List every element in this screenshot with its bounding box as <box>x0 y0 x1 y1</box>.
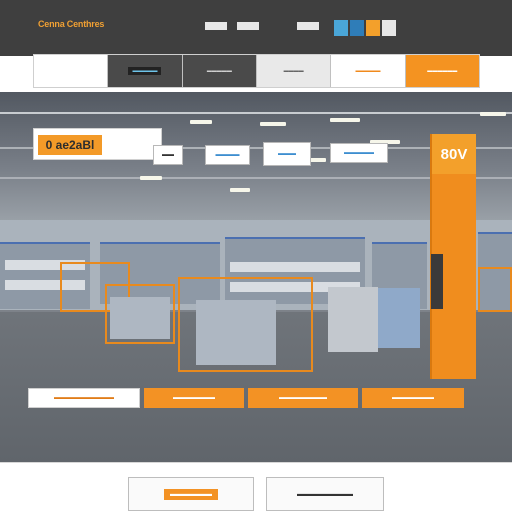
button-label: ▬▬▬▬▬▬▬ <box>173 395 215 401</box>
ceiling-light <box>330 118 360 122</box>
top-link-3[interactable] <box>297 22 319 30</box>
goods-stack <box>328 287 378 352</box>
logo[interactable] <box>334 20 396 36</box>
nav-label: ▬▬▬▬▬▬ <box>427 68 458 74</box>
ceiling-light <box>480 112 506 116</box>
nav-label: ▬▬▬▬▬ <box>128 67 162 75</box>
action-button-3[interactable]: ▬▬▬▬▬▬▬▬ <box>248 388 358 408</box>
ceiling-light <box>260 122 286 126</box>
logo-segment-3 <box>366 20 380 36</box>
pallet-rack <box>478 267 512 312</box>
truss <box>0 112 512 114</box>
nav-label: ▬▬▬▬▬ <box>206 68 232 74</box>
pillar-sign <box>431 254 443 309</box>
ceiling-light <box>190 120 212 124</box>
goods-stack <box>196 300 276 365</box>
logo-segment-2 <box>350 20 364 36</box>
top-link-2[interactable] <box>237 22 259 30</box>
hero-card-4[interactable]: ▬▬▬▬▬ <box>330 143 388 163</box>
footer-card-label: ▬▬▬▬▬▬ <box>164 488 218 500</box>
nav-label: ▬▬▬▬ <box>283 68 304 74</box>
hero-banner-text: 0 ae2aBl <box>38 135 102 155</box>
nav-item-2[interactable]: ▬▬▬▬▬ <box>108 55 183 87</box>
footer-card-2[interactable]: ▬▬▬▬▬▬▬▬ <box>266 477 384 511</box>
main-nav: ▬▬▬▬▬ ▬▬▬▬▬ ▬▬▬▬ ▬▬▬▬▬ ▬▬▬▬▬▬ <box>33 54 480 88</box>
card-label: ▬▬ <box>162 152 174 158</box>
top-link-1[interactable] <box>205 22 227 30</box>
card-label: ▬▬▬▬ <box>215 152 240 158</box>
hero-card-1[interactable]: ▬▬ <box>153 145 183 165</box>
logo-segment-4 <box>382 20 396 36</box>
nav-item-4[interactable]: ▬▬▬▬ <box>256 55 332 87</box>
pillar: 80V <box>430 134 476 379</box>
hero-card-3[interactable]: ▬▬▬ <box>263 142 311 166</box>
action-button-2[interactable]: ▬▬▬▬▬▬▬ <box>144 388 244 408</box>
footer-card-label: ▬▬▬▬▬▬▬▬ <box>297 490 353 498</box>
goods-stack <box>110 297 170 339</box>
hero-banner[interactable]: 0 ae2aBl <box>33 128 162 160</box>
button-label: ▬▬▬▬▬▬▬▬▬▬ <box>54 395 114 401</box>
button-label: ▬▬▬▬▬▬▬▬ <box>279 395 327 401</box>
footer: ▬▬▬▬▬▬ ▬▬▬▬▬▬▬▬ <box>0 462 512 513</box>
nav-label: ▬▬▬▬▬ <box>355 68 381 74</box>
button-label: ▬▬▬▬▬▬▬ <box>392 395 434 401</box>
ceiling-light <box>140 176 162 180</box>
card-label: ▬▬▬ <box>278 151 296 157</box>
action-button-4[interactable]: ▬▬▬▬▬▬▬ <box>362 388 464 408</box>
ceiling-light <box>230 188 250 192</box>
boxes <box>230 262 360 272</box>
nav-item-6[interactable]: ▬▬▬▬▬▬ <box>405 55 479 87</box>
hero-card-2[interactable]: ▬▬▬▬ <box>205 145 250 165</box>
nav-item-3[interactable]: ▬▬▬▬▬ <box>182 55 257 87</box>
pillar-label: 80V <box>432 134 476 174</box>
nav-item-home[interactable] <box>34 55 109 87</box>
action-buttons: ▬▬▬▬▬▬▬▬▬▬ ▬▬▬▬▬▬▬ ▬▬▬▬▬▬▬▬ ▬▬▬▬▬▬▬ <box>28 388 480 408</box>
goods-stack <box>378 288 420 348</box>
brand-name[interactable]: Cenna Centhres <box>38 19 104 29</box>
footer-card-1[interactable]: ▬▬▬▬▬▬ <box>128 477 254 511</box>
logo-segment-1 <box>334 20 348 36</box>
action-button-1[interactable]: ▬▬▬▬▬▬▬▬▬▬ <box>28 388 140 408</box>
top-header: Cenna Centhres <box>0 0 512 56</box>
nav-item-5[interactable]: ▬▬▬▬▬ <box>331 55 406 87</box>
card-label: ▬▬▬▬▬ <box>344 150 374 156</box>
